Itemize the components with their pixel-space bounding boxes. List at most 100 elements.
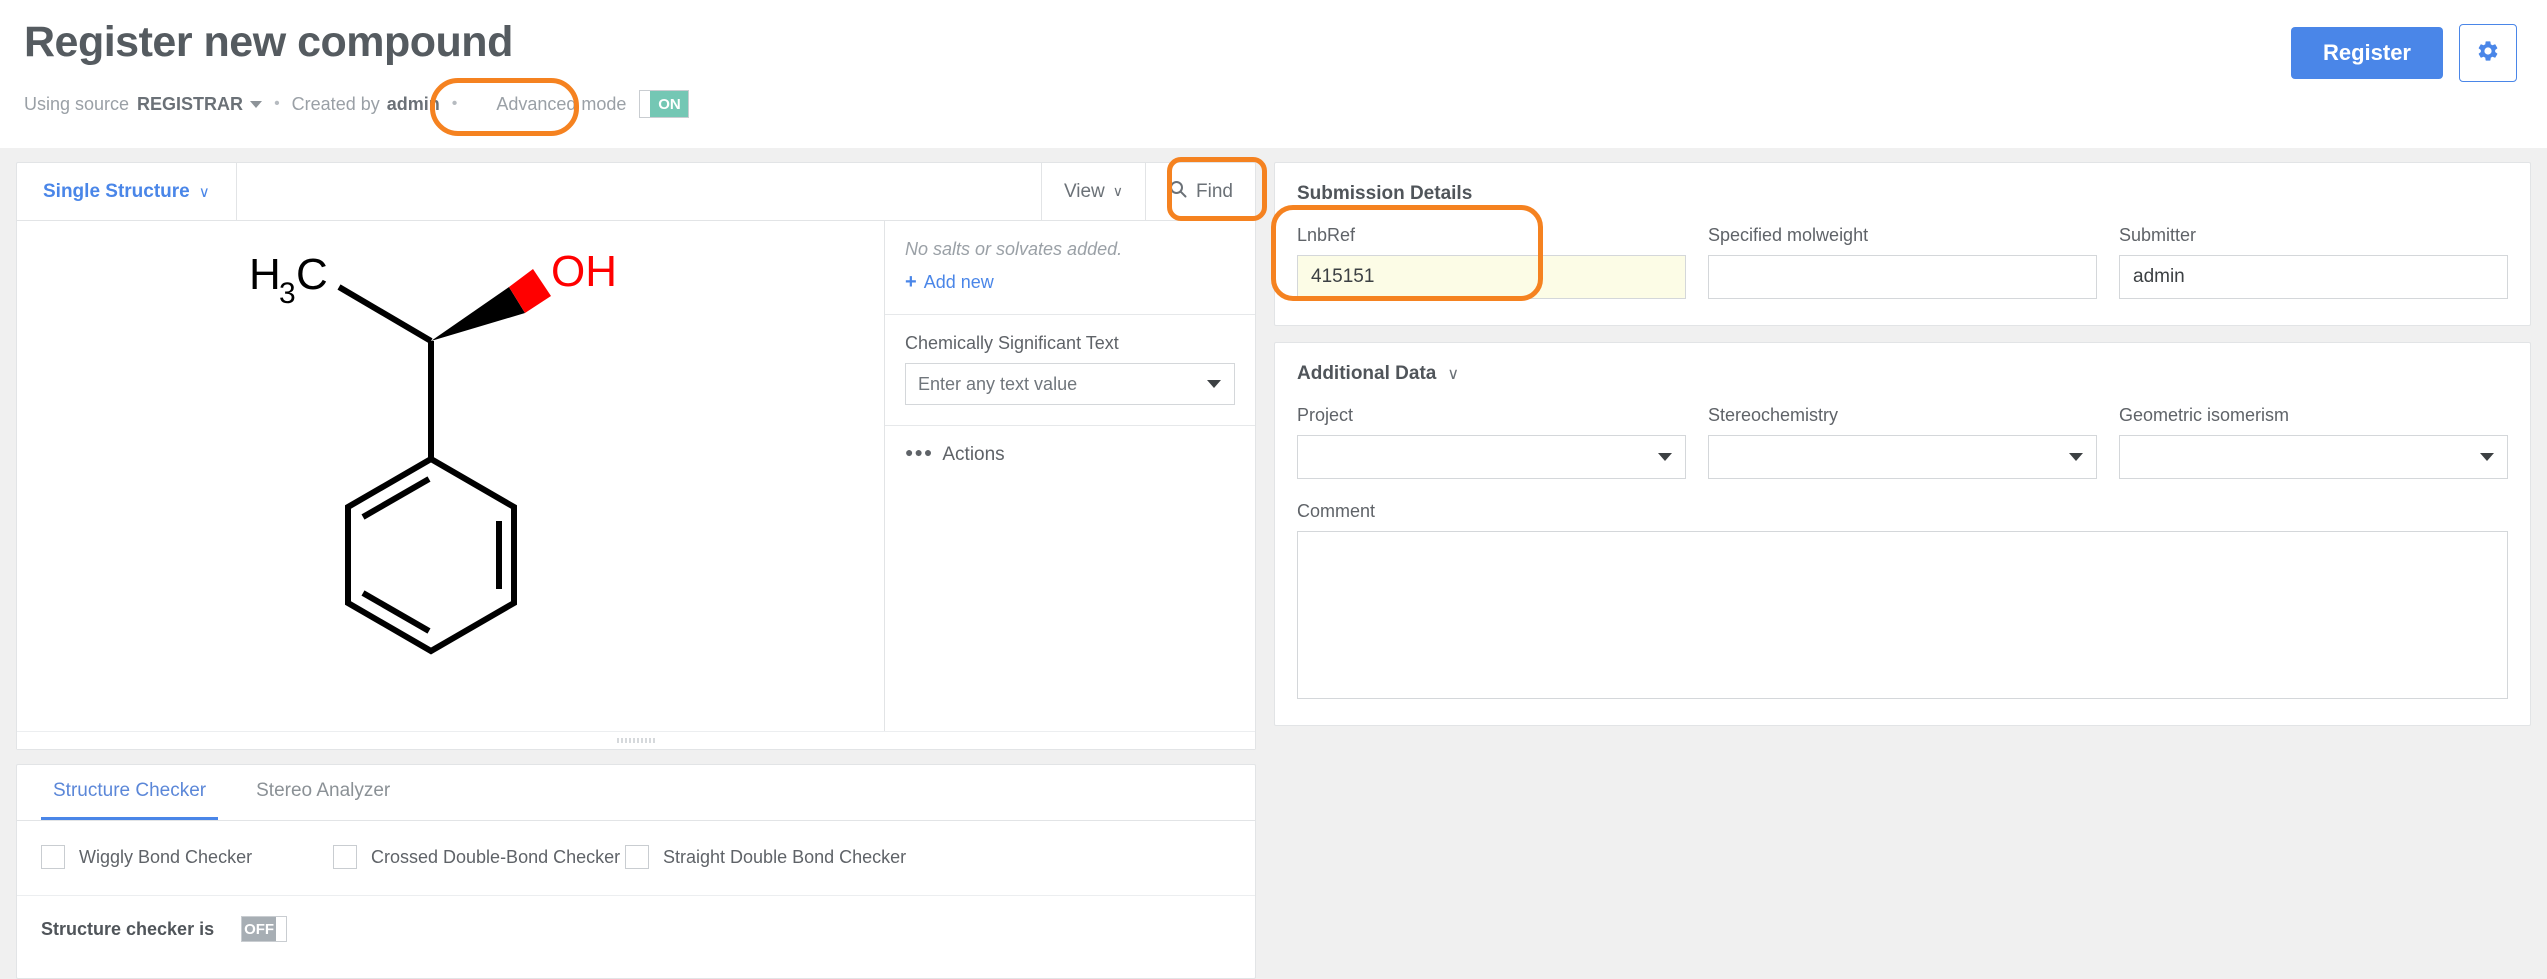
using-source-label: Using source xyxy=(24,94,129,115)
comment-block: Comment xyxy=(1297,501,2508,699)
lnbref-input[interactable]: 415151 xyxy=(1297,255,1686,299)
checkbox-box[interactable] xyxy=(41,845,65,869)
advanced-mode-toggle[interactable]: ON xyxy=(639,90,689,118)
submission-fields: LnbRef 415151 Specified molweight Submit… xyxy=(1297,225,2508,299)
tab-structure-checker-label: Structure Checker xyxy=(53,780,206,802)
tab-stereo-analyzer[interactable]: Stereo Analyzer xyxy=(244,765,402,820)
geometric-isomerism-select[interactable] xyxy=(2119,435,2508,479)
cst-placeholder: Enter any text value xyxy=(918,374,1077,395)
checker-state-row: Structure checker is OFF xyxy=(17,896,1255,962)
toggle-knob xyxy=(276,917,286,941)
checkbox-crossed-double-bond[interactable]: Crossed Double-Bond Checker xyxy=(333,845,625,869)
chevron-down-icon[interactable] xyxy=(1207,380,1221,388)
additional-data-title[interactable]: Additional Data ∨ xyxy=(1297,363,2508,385)
chevron-down-icon[interactable]: ∨ xyxy=(1447,364,1459,384)
project-select[interactable] xyxy=(1297,435,1686,479)
field-label: Stereochemistry xyxy=(1708,405,2097,426)
splitter-grip-icon xyxy=(617,738,655,743)
settings-button[interactable] xyxy=(2459,24,2517,82)
comment-label: Comment xyxy=(1297,501,2508,522)
chevron-down-icon[interactable] xyxy=(250,101,262,108)
svg-text:H: H xyxy=(249,250,281,299)
checkbox-wiggly-bond[interactable]: Wiggly Bond Checker xyxy=(41,845,333,869)
svg-text:C: C xyxy=(296,250,328,299)
actions-button[interactable]: ●●● Actions xyxy=(905,444,1235,466)
right-column: Submission Details LnbRef 415151 Specifi… xyxy=(1274,162,2531,979)
created-by-label: Created by xyxy=(292,94,380,115)
field-label: Specified molweight xyxy=(1708,225,2097,246)
plus-icon: + xyxy=(905,271,917,294)
chevron-down-icon xyxy=(2480,453,2494,461)
page-title: Register new compound xyxy=(24,18,2517,67)
subtitle-bar: Using source REGISTRAR • Created by admi… xyxy=(24,83,2517,125)
field-project: Project xyxy=(1297,405,1686,479)
chevron-down-icon: ∨ xyxy=(199,183,210,201)
chevron-down-icon: ∨ xyxy=(1113,183,1123,200)
checker-state-label: Structure checker is xyxy=(41,919,214,940)
checkbox-label: Wiggly Bond Checker xyxy=(79,847,252,868)
add-new-salt-button[interactable]: + Add new xyxy=(905,271,1235,294)
tab-stereo-analyzer-label: Stereo Analyzer xyxy=(256,780,390,802)
actions-section: ●●● Actions xyxy=(885,426,1255,486)
register-button[interactable]: Register xyxy=(2291,27,2443,79)
toggle-state-label: ON xyxy=(650,91,688,117)
single-structure-label: Single Structure xyxy=(43,181,190,203)
header-actions: Register xyxy=(2291,24,2517,82)
toggle-state-label: OFF xyxy=(242,917,276,941)
checkbox-label: Straight Double Bond Checker xyxy=(663,847,906,868)
single-structure-tab[interactable]: Single Structure ∨ xyxy=(17,163,237,220)
field-label: Submitter xyxy=(2119,225,2508,246)
submitter-input[interactable]: admin xyxy=(2119,255,2508,299)
toggle-knob xyxy=(640,91,650,117)
actions-label: Actions xyxy=(942,444,1004,466)
left-column: Single Structure ∨ View ∨ Find xyxy=(16,162,1256,979)
field-label: Project xyxy=(1297,405,1686,426)
checker-tabs: Structure Checker Stereo Analyzer xyxy=(17,765,1255,821)
checkbox-label: Crossed Double-Bond Checker xyxy=(371,847,620,868)
submission-details-panel: Submission Details LnbRef 415151 Specifi… xyxy=(1274,162,2531,326)
structure-checker-card: Structure Checker Stereo Analyzer Wiggly… xyxy=(16,764,1256,979)
field-stereochemistry: Stereochemistry xyxy=(1708,405,2097,479)
toolbar-spacer xyxy=(237,163,1041,220)
checker-options: Wiggly Bond Checker Crossed Double-Bond … xyxy=(17,821,1255,896)
separator-dot-1: • xyxy=(274,95,280,113)
source-dropdown[interactable]: REGISTRAR xyxy=(137,94,243,115)
view-label: View xyxy=(1064,181,1105,203)
checkbox-box[interactable] xyxy=(625,845,649,869)
chemically-significant-text-section: Chemically Significant Text Enter any te… xyxy=(885,315,1255,426)
comment-textarea[interactable] xyxy=(1297,531,2508,699)
chevron-down-icon xyxy=(2069,453,2083,461)
field-geometric-isomerism: Geometric isomerism xyxy=(2119,405,2508,479)
field-label: Geometric isomerism xyxy=(2119,405,2508,426)
checkbox-box[interactable] xyxy=(333,845,357,869)
svg-text:3: 3 xyxy=(279,277,296,310)
cst-label: Chemically Significant Text xyxy=(905,333,1235,354)
view-button[interactable]: View ∨ xyxy=(1041,163,1145,220)
panel-splitter[interactable] xyxy=(17,731,1255,749)
additional-data-panel: Additional Data ∨ Project Stereochemistr… xyxy=(1274,342,2531,726)
ellipsis-icon: ●●● xyxy=(905,444,933,460)
separator-dot-2: • xyxy=(452,95,458,113)
structure-checker-toggle[interactable]: OFF xyxy=(241,916,287,942)
find-button[interactable]: Find xyxy=(1145,163,1255,220)
page-header: Register new compound Using source REGIS… xyxy=(0,0,2547,148)
no-salts-text: No salts or solvates added. xyxy=(905,239,1235,260)
find-label: Find xyxy=(1196,181,1233,203)
created-by-value: admin xyxy=(387,94,440,115)
chevron-down-icon xyxy=(1658,453,1672,461)
advanced-mode-label: Advanced mode xyxy=(496,94,626,115)
editor-main: H 3 C OH xyxy=(17,221,1255,731)
structure-canvas[interactable]: H 3 C OH xyxy=(17,221,885,731)
add-new-label: Add new xyxy=(924,272,994,293)
gear-icon xyxy=(2476,39,2500,68)
specified-molweight-input[interactable] xyxy=(1708,255,2097,299)
tab-structure-checker[interactable]: Structure Checker xyxy=(41,765,218,820)
checkbox-straight-double-bond[interactable]: Straight Double Bond Checker xyxy=(625,845,917,869)
editor-toolbar: Single Structure ∨ View ∨ Find xyxy=(17,163,1255,221)
stereochemistry-select[interactable] xyxy=(1708,435,2097,479)
advanced-mode-control[interactable]: Advanced mode ON xyxy=(483,83,703,125)
submission-details-title: Submission Details xyxy=(1297,183,2508,205)
additional-selects: Project Stereochemistry Geometric isomer… xyxy=(1297,405,2508,479)
cst-input[interactable]: Enter any text value xyxy=(905,363,1235,405)
molecule-drawing: H 3 C OH xyxy=(191,221,711,671)
